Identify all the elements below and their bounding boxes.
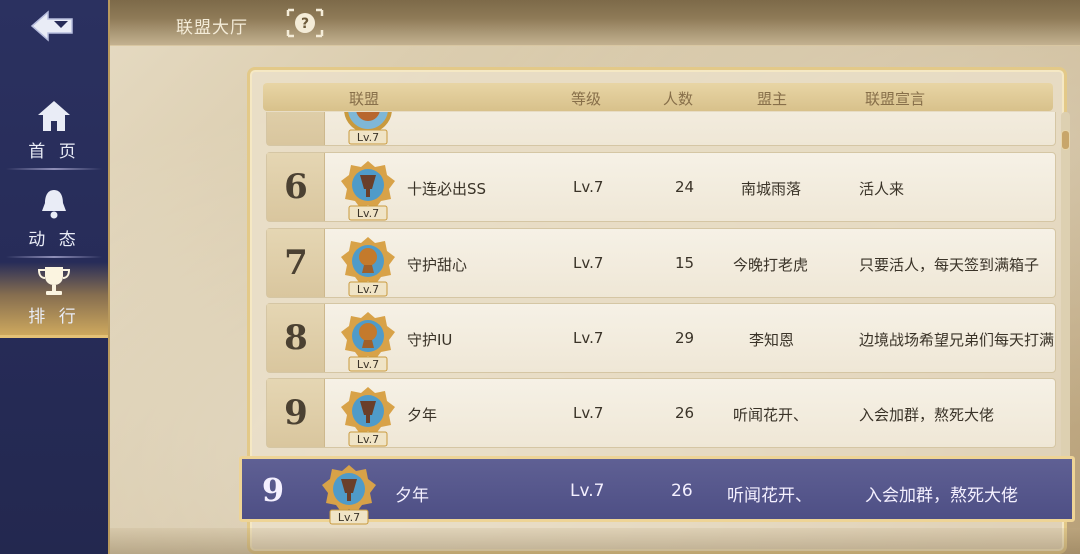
alliance-emblem-icon: Lv.7	[341, 237, 395, 297]
ranking-list[interactable]: Lv.7 6 Lv.7 十连必出SS Lv.7 24 南城雨落 活人来 7 Lv…	[266, 112, 1056, 454]
svg-text:Lv.7: Lv.7	[357, 283, 379, 296]
alliance-level: Lv.7	[573, 254, 604, 272]
top-bar: 联盟大厅 ?	[110, 0, 1080, 46]
member-count: 24	[675, 178, 695, 196]
rank-number: 9	[261, 471, 285, 509]
alliance-emblem-icon: Lv.7	[322, 465, 376, 525]
declaration: 活人来	[859, 180, 905, 198]
scrollbar-thumb[interactable]	[1061, 130, 1070, 150]
rank-cell	[267, 112, 325, 145]
home-icon	[38, 101, 70, 131]
sidebar-item-label: 动 态	[28, 230, 80, 250]
rank-cell: 7	[267, 229, 325, 297]
alliance-level: Lv.7	[570, 481, 605, 501]
alliance-name: 守护IU	[407, 331, 453, 349]
declaration: 入会加群，熬死大佬	[859, 406, 995, 424]
sidebar-item-label: 排 行	[28, 307, 80, 327]
rank-cell: 9	[267, 379, 325, 447]
member-count: 26	[671, 481, 693, 501]
leader-name: 今晚打老虎	[733, 256, 809, 274]
table-header: 联盟 等级 人数 盟主 联盟宣言	[263, 83, 1053, 111]
svg-text:Lv.7: Lv.7	[357, 131, 379, 144]
divider	[6, 168, 102, 170]
alliance-emblem-icon: Lv.7	[344, 112, 392, 145]
table-row[interactable]: 6 Lv.7 十连必出SS Lv.7 24 南城雨落 活人来	[266, 152, 1056, 222]
svg-text:Lv.7: Lv.7	[357, 207, 379, 220]
alliance-emblem-icon: Lv.7	[341, 312, 395, 372]
svg-text:Lv.7: Lv.7	[357, 433, 379, 446]
rank-number: 8	[284, 318, 308, 358]
svg-text:?: ?	[301, 16, 309, 32]
my-alliance-row[interactable]: 9 Lv.7 夕年 Lv.7 26 听闻花开、 入会加群，熬死大佬	[239, 456, 1075, 525]
table-row[interactable]: 8 Lv.7 守护IU Lv.7 29 李知恩 边境战场希望兄弟们每天打满!	[266, 303, 1056, 373]
alliance-emblem-icon: Lv.7	[341, 387, 395, 447]
declaration: 只要活人，每天签到满箱子	[859, 256, 1040, 274]
column-header: 联盟宣言	[865, 90, 926, 108]
alliance-name: 夕年	[395, 486, 429, 506]
leader-name: 南城雨落	[741, 180, 802, 198]
back-button[interactable]	[28, 8, 78, 44]
svg-text:Lv.7: Lv.7	[338, 511, 360, 524]
rank-cell: 8	[267, 304, 325, 372]
alliance-level: Lv.7	[573, 178, 604, 196]
sidebar-item-home[interactable]: 首 页	[0, 90, 108, 170]
leader-name: 听闻花开、	[727, 486, 812, 506]
column-header: 等级	[571, 90, 602, 108]
trophy-icon	[37, 267, 71, 295]
member-count: 29	[675, 329, 695, 347]
rank-number: 9	[284, 393, 308, 433]
bottom-strip	[110, 528, 1080, 554]
member-count: 26	[675, 404, 695, 422]
alliance-level: Lv.7	[573, 329, 604, 347]
column-header: 盟主	[757, 90, 788, 108]
alliance-name: 守护甜心	[407, 256, 468, 274]
back-arrow-icon	[30, 10, 73, 42]
alliance-name: 夕年	[407, 406, 438, 424]
svg-text:Lv.7: Lv.7	[357, 358, 379, 371]
table-row[interactable]: Lv.7	[266, 112, 1056, 146]
declaration: 入会加群，熬死大佬	[865, 486, 1018, 506]
alliance-level: Lv.7	[573, 404, 604, 422]
rank-number: 6	[284, 167, 308, 207]
leader-name: 李知恩	[749, 331, 795, 349]
alliance-emblem-icon: Lv.7	[341, 161, 395, 221]
help-icon: ?	[286, 8, 324, 38]
rank-number: 7	[284, 243, 308, 283]
scrollbar[interactable]	[1061, 112, 1070, 512]
leader-name: 听闻花开、	[733, 406, 809, 424]
declaration: 边境战场希望兄弟们每天打满!	[859, 331, 1056, 349]
page-title: 联盟大厅	[176, 18, 248, 38]
table-row[interactable]: 9 Lv.7 夕年 Lv.7 26 听闻花开、 入会加群，熬死大佬	[266, 378, 1056, 448]
help-button[interactable]: ?	[286, 8, 324, 38]
sidebar-item-news[interactable]: 动 态	[0, 178, 108, 258]
divider	[6, 256, 102, 258]
column-header: 人数	[663, 90, 694, 108]
member-count: 15	[675, 254, 695, 272]
sidebar-item-ranking[interactable]: 排 行	[0, 262, 108, 338]
sidebar-item-label: 首 页	[28, 142, 80, 162]
column-header: 联盟	[349, 90, 380, 108]
alliance-name: 十连必出SS	[407, 180, 487, 198]
table-row[interactable]: 7 Lv.7 守护甜心 Lv.7 15 今晚打老虎 只要活人，每天签到满箱子	[266, 228, 1056, 298]
bell-icon	[42, 190, 66, 219]
rank-cell: 6	[267, 153, 325, 221]
sidebar: 首 页 动 态 排 行	[0, 0, 110, 554]
